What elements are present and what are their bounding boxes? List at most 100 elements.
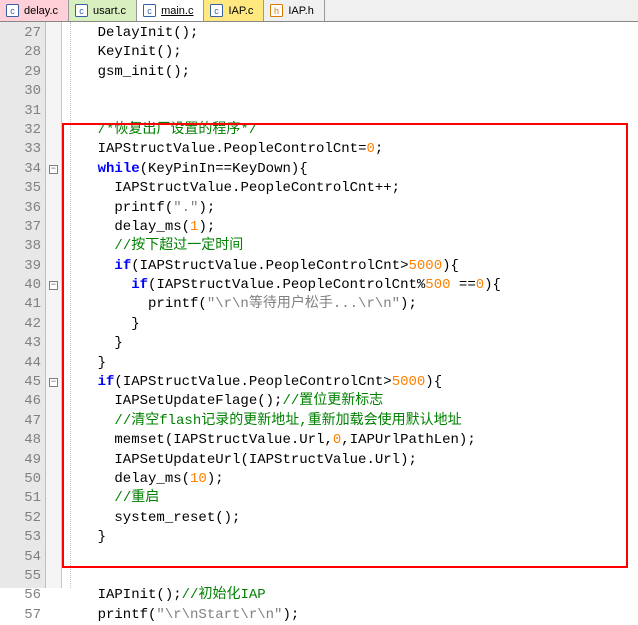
token-p: } [64,335,123,351]
token-p: IAPUrlPathLen [350,432,459,448]
fold-cell [46,334,61,353]
line-number: 31 [0,102,45,121]
fold-cell [46,392,61,411]
token-p [64,238,114,254]
code-line[interactable]: //清空flash记录的更新地址,重新加载会使用默认地址 [64,412,638,431]
fold-collapse-icon[interactable]: − [49,281,58,290]
tab-usart-c[interactable]: cusart.c [69,0,137,21]
code-line[interactable]: //按下超过一定时间 [64,237,638,256]
token-p: ; [207,219,215,235]
code-area[interactable]: DelayInit(); KeyInit(); gsm_init(); /*恢复… [62,22,638,588]
line-number: 52 [0,509,45,528]
code-line[interactable]: KeyInit(); [64,43,638,62]
code-line[interactable]: system_reset(); [64,509,638,528]
line-number: 37 [0,218,45,237]
token-p: ) [198,219,206,235]
fold-cell: − [46,373,61,392]
editor-pane: 2728293031323334353637383940414243444546… [0,22,638,588]
fold-collapse-icon[interactable]: − [49,165,58,174]
fold-cell [46,82,61,101]
code-line[interactable]: IAPInit();//初始化IAP [64,586,638,605]
token-p: ; [408,296,416,312]
token-p: () [257,393,274,409]
fold-cell: − [46,160,61,179]
code-line[interactable]: IAPStructValue.PeopleControlCnt++; [64,179,638,198]
token-p: ( [182,219,190,235]
token-p [64,413,114,429]
token-p: () [156,587,173,603]
token-p: ( [182,471,190,487]
token-k: if [98,374,115,390]
token-n: 0 [476,277,484,293]
token-p: > [383,374,391,390]
fold-cell [46,102,61,121]
token-p: () [173,25,190,41]
line-number: 49 [0,451,45,470]
fold-cell [46,354,61,373]
line-number: 53 [0,528,45,547]
tab-delay-c[interactable]: cdelay.c [0,0,69,21]
token-k: while [98,161,140,177]
tab-iap-h[interactable]: hIAP.h [264,0,325,21]
token-p: ; [291,607,299,623]
fold-cell [46,567,61,586]
code-line[interactable]: } [64,315,638,334]
token-s: "." [173,200,198,216]
token-p: == [451,277,476,293]
code-line[interactable]: /*恢复出厂设置的程序*/ [64,121,638,140]
token-p: DelayInit [64,25,173,41]
code-line[interactable]: } [64,528,638,547]
code-line[interactable]: } [64,354,638,373]
fold-cell [46,606,61,625]
token-p: IAPStructValue [123,374,241,390]
code-line[interactable]: //重启 [64,489,638,508]
token-p: IAPStructValue [156,277,274,293]
tab-iap-c[interactable]: cIAP.c [204,0,264,21]
token-p [64,258,114,274]
code-line[interactable]: printf("\r\nStart\r\n"); [64,606,638,625]
token-p: IAPStructValue [64,180,232,196]
code-line[interactable]: if(IAPStructValue.PeopleControlCnt%500 =… [64,276,638,295]
token-p: IAPStructValue [173,432,291,448]
code-line[interactable]: IAPSetUpdateUrl(IAPStructValue.Url); [64,451,638,470]
code-line[interactable]: memset(IAPStructValue.Url,0,IAPUrlPathLe… [64,431,638,450]
code-line[interactable]: } [64,334,638,353]
code-line[interactable]: delay_ms(1); [64,218,638,237]
code-line[interactable]: if(IAPStructValue.PeopleControlCnt>5000)… [64,257,638,276]
line-number: 51 [0,489,45,508]
code-line[interactable] [64,548,638,567]
tab-main-c[interactable]: cmain.c [137,0,204,21]
token-p: ( [198,296,206,312]
code-line[interactable]: printf("\r\n等待用户松手...\r\n"); [64,295,638,314]
source-file-icon: c [143,4,156,17]
line-number: 42 [0,315,45,334]
token-p: == [215,161,232,177]
fold-cell [46,24,61,43]
token-p: PeopleControlCnt [224,141,358,157]
line-number: 43 [0,334,45,353]
code-line[interactable]: delay_ms(10); [64,470,638,489]
code-line[interactable]: printf("."); [64,199,638,218]
token-p: ) [425,374,433,390]
fold-collapse-icon[interactable]: − [49,378,58,387]
fold-cell [46,140,61,159]
svg-text:c: c [10,6,15,16]
fold-cell [46,179,61,198]
token-p: PeopleControlCnt [266,258,400,274]
line-number: 47 [0,412,45,431]
code-line[interactable]: if(IAPStructValue.PeopleControlCnt>5000)… [64,373,638,392]
code-line[interactable]: gsm_init(); [64,63,638,82]
code-line[interactable] [64,102,638,121]
token-p: ) [484,277,492,293]
code-line[interactable] [64,567,638,586]
tab-label: usart.c [93,5,126,17]
token-p: ; [190,25,198,41]
fold-cell [46,63,61,82]
code-line[interactable]: IAPSetUpdateFlage();//置位更新标志 [64,392,638,411]
code-line[interactable]: while(KeyPinIn==KeyDown){ [64,160,638,179]
code-line[interactable]: DelayInit(); [64,24,638,43]
fold-cell [46,257,61,276]
code-line[interactable]: IAPStructValue.PeopleControlCnt=0; [64,140,638,159]
token-p: . [366,452,374,468]
code-line[interactable] [64,82,638,101]
